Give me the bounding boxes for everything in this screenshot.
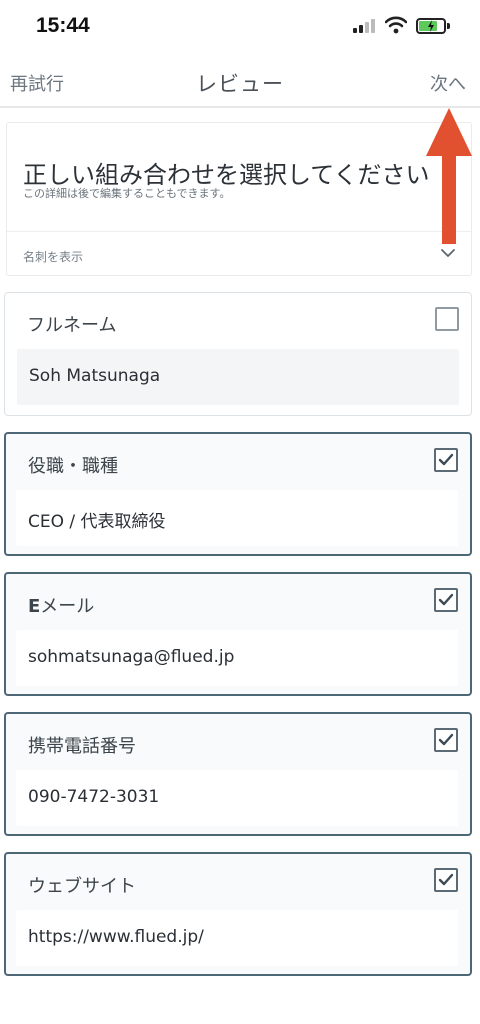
show-business-card-toggle[interactable]: 名刺を表示 [7,232,471,275]
field-value-box[interactable]: sohmatsunaga@flued.jp [16,630,458,686]
field-value-box[interactable]: Soh Matsunaga [17,349,459,405]
instruction-subtext: この詳細は後で編集することもできます。 [23,187,231,200]
field-value: 090-7472-3031 [28,787,160,807]
field-label-bold: E [28,596,41,617]
field-checkbox-checked[interactable] [434,868,458,892]
field-checkbox-checked[interactable] [434,588,458,612]
field-value: CEO / 代表取締役 [28,512,166,532]
check-icon [438,873,454,886]
field-value-box[interactable]: CEO / 代表取締役 [16,490,458,546]
field-label-rest: メール [40,596,95,617]
next-button[interactable]: 次へ [430,70,466,96]
check-icon [438,733,454,746]
page-title: レビュー [196,72,284,96]
field-card-mobile-phone[interactable]: 携帯電話番号 090-7472-3031 [4,712,472,836]
field-label: Eメール [28,592,94,618]
nav-bar: 再試行 レビュー 次へ [0,56,480,108]
field-value-box[interactable]: https://www.flued.jp/ [16,910,458,966]
field-label: 携帯電話番号 [28,736,136,757]
field-card-email[interactable]: Eメール sohmatsunaga@flued.jp [4,572,472,696]
cellular-signal-icon [353,19,375,33]
field-label: 役職・職種 [28,456,118,477]
status-bar: 15:44 [0,0,480,50]
field-value: https://www.flued.jp/ [28,927,204,947]
show-card-label: 名刺を表示 [23,250,84,264]
field-label: フルネーム [27,315,117,336]
field-checkbox-checked[interactable] [434,448,458,472]
field-value: sohmatsunaga@flued.jp [28,647,235,667]
field-checkbox[interactable] [435,307,459,331]
field-checkbox-checked[interactable] [434,728,458,752]
check-icon [438,593,454,606]
field-card-full-name[interactable]: フルネーム Soh Matsunaga [4,292,472,416]
field-value-box[interactable]: 090-7472-3031 [16,770,458,826]
field-card-job-title[interactable]: 役職・職種 CEO / 代表取締役 [4,432,472,556]
field-label: ウェブサイト [28,876,136,897]
instruction-card: 正しい組み合わせを選択してください この詳細は後で編集することもできます。 名刺… [6,122,472,276]
red-arrow-annotation-icon [426,108,472,244]
field-value: Soh Matsunaga [29,366,161,386]
wifi-icon [384,16,408,34]
check-icon [438,453,454,466]
battery-icon [416,18,450,34]
chevron-down-icon [441,249,455,257]
status-time: 15:44 [36,14,90,37]
field-card-website[interactable]: ウェブサイト https://www.flued.jp/ [4,852,472,976]
